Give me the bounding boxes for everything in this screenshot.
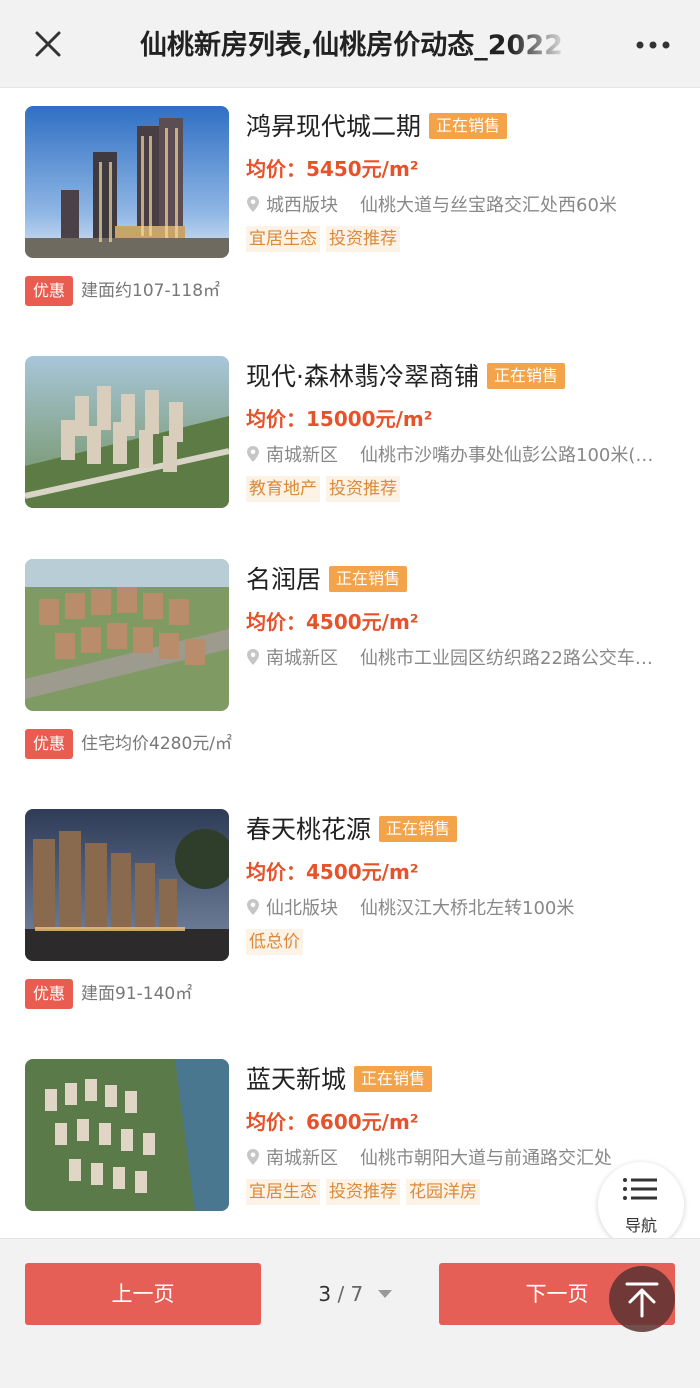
page-title: 仙桃新房列表,仙桃房价动态_2022 <box>140 26 570 66</box>
listing-name[interactable]: 蓝天新城 正在销售 <box>246 1063 433 1097</box>
tag-list: 教育地产 投资推荐 <box>246 476 406 502</box>
promo-badge: 优惠 <box>25 276 74 306</box>
price-value: 15000元/m² <box>306 407 433 431</box>
nav-button-label: 导航 <box>624 1216 657 1235</box>
listing-photo[interactable] <box>25 356 229 508</box>
status-badge: 正在销售 <box>429 113 508 139</box>
tag: 低总价 <box>246 929 303 955</box>
address: 仙桃市沙嘴办事处仙彭公路100米(… <box>360 445 654 466</box>
arrow-up-icon <box>625 1282 659 1318</box>
status-badge: 正在销售 <box>486 363 565 389</box>
total-pages: 7 <box>350 1282 364 1306</box>
address: 仙桃市工业园区纺织路22路公交车… <box>360 648 653 669</box>
promo-text: 建面91-140㎡ <box>81 984 193 1004</box>
promo-badge: 优惠 <box>25 979 74 1009</box>
location-pin-icon <box>246 1147 260 1165</box>
listing-name[interactable]: 现代·森林翡冷翠商铺 正在销售 <box>246 360 565 394</box>
status-badge: 正在销售 <box>354 1066 433 1092</box>
listing-name[interactable]: 名润居 正在销售 <box>246 563 408 597</box>
status-badge: 正在销售 <box>379 816 458 842</box>
listing-location: 南城新区 仙桃市沙嘴办事处仙彭公路100米(… <box>246 442 676 470</box>
listing-location: 城西版块 仙桃大道与丝宝路交汇处西60米 <box>246 192 676 220</box>
promo-row: 优惠 住宅均价4280元/㎡ <box>25 729 232 759</box>
tag: 花园洋房 <box>406 1179 480 1205</box>
listing-photo[interactable] <box>25 809 229 961</box>
listing-price: 均价：4500元/m² <box>246 607 419 637</box>
listing-photo[interactable] <box>25 559 229 711</box>
address: 仙桃市朝阳大道与前通路交汇处 <box>360 1148 612 1169</box>
tag-list: 宜居生态 投资推荐 <box>246 226 406 252</box>
listing-photo[interactable] <box>25 106 229 258</box>
price-value: 4500元/m² <box>306 610 419 634</box>
listing-price: 均价：5450元/m² <box>246 154 419 184</box>
listing-photo[interactable] <box>25 1059 229 1211</box>
listing-name[interactable]: 鸿昇现代城二期 正在销售 <box>246 110 508 144</box>
listing-name-text[interactable]: 蓝天新城 <box>246 1065 346 1094</box>
price-label: 均价： <box>246 407 306 431</box>
district: 城西版块 <box>266 195 338 216</box>
tag-list: 低总价 <box>246 929 309 955</box>
listing-name[interactable]: 春天桃花源 正在销售 <box>246 813 458 847</box>
price-label: 均价： <box>246 610 306 634</box>
chevron-down-icon <box>377 1290 392 1298</box>
tag-list: 宜居生态 投资推荐 花园洋房 <box>246 1179 486 1205</box>
price-value: 5450元/m² <box>306 157 419 181</box>
top-bar: 仙桃新房列表,仙桃房价动态_2022 <box>0 0 700 88</box>
listing-price: 均价：6600元/m² <box>246 1107 419 1137</box>
tag: 宜居生态 <box>246 1179 320 1205</box>
tag: 投资推荐 <box>326 226 400 252</box>
close-icon[interactable] <box>28 24 68 64</box>
status-badge: 正在销售 <box>329 566 408 592</box>
price-value: 4500元/m² <box>306 860 419 884</box>
tag: 教育地产 <box>246 476 320 502</box>
address: 仙桃大道与丝宝路交汇处西60米 <box>360 195 617 216</box>
page-separator: / <box>337 1282 345 1306</box>
current-page: 3 <box>318 1282 332 1306</box>
price-label: 均价： <box>246 1110 306 1134</box>
menu-list-icon <box>623 1178 657 1200</box>
listing-price: 均价：15000元/m² <box>246 404 432 434</box>
promo-text: 建面约107-118㎡ <box>81 281 221 301</box>
district: 南城新区 <box>266 1148 338 1169</box>
listing-name-text[interactable]: 现代·森林翡冷翠商铺 <box>246 362 479 391</box>
price-label: 均价： <box>246 860 306 884</box>
listing-name-text[interactable]: 春天桃花源 <box>246 815 371 844</box>
location-pin-icon <box>246 444 260 462</box>
tag: 投资推荐 <box>326 1179 400 1205</box>
prev-page-button[interactable]: 上一页 <box>25 1263 261 1325</box>
promo-row: 优惠 建面约107-118㎡ <box>25 276 220 306</box>
more-icon[interactable] <box>628 30 678 60</box>
promo-text: 住宅均价4280元/㎡ <box>81 734 233 754</box>
promo-badge: 优惠 <box>25 729 74 759</box>
district: 南城新区 <box>266 648 338 669</box>
promo-row: 优惠 建面91-140㎡ <box>25 979 192 1009</box>
listing-price: 均价：4500元/m² <box>246 857 419 887</box>
tag: 宜居生态 <box>246 226 320 252</box>
tag: 投资推荐 <box>326 476 400 502</box>
back-to-top-button[interactable] <box>609 1266 675 1332</box>
location-pin-icon <box>246 194 260 212</box>
address: 仙桃汉江大桥北左转100米 <box>360 898 575 919</box>
location-pin-icon <box>246 897 260 915</box>
listing-location: 南城新区 仙桃市工业园区纺织路22路公交车… <box>246 645 676 673</box>
location-pin-icon <box>246 647 260 665</box>
district: 仙北版块 <box>266 898 338 919</box>
listing-name-text[interactable]: 鸿昇现代城二期 <box>246 112 421 141</box>
listing-name-text[interactable]: 名润居 <box>246 565 321 594</box>
price-value: 6600元/m² <box>306 1110 419 1134</box>
pagination-bar: 上一页 3 / 7 下一页 <box>0 1238 700 1388</box>
page-selector[interactable]: 3 / 7 <box>300 1263 410 1325</box>
listing-location: 仙北版块 仙桃汉江大桥北左转100米 <box>246 895 676 923</box>
district: 南城新区 <box>266 445 338 466</box>
price-label: 均价： <box>246 157 306 181</box>
nav-button[interactable]: 导航 <box>598 1162 684 1248</box>
